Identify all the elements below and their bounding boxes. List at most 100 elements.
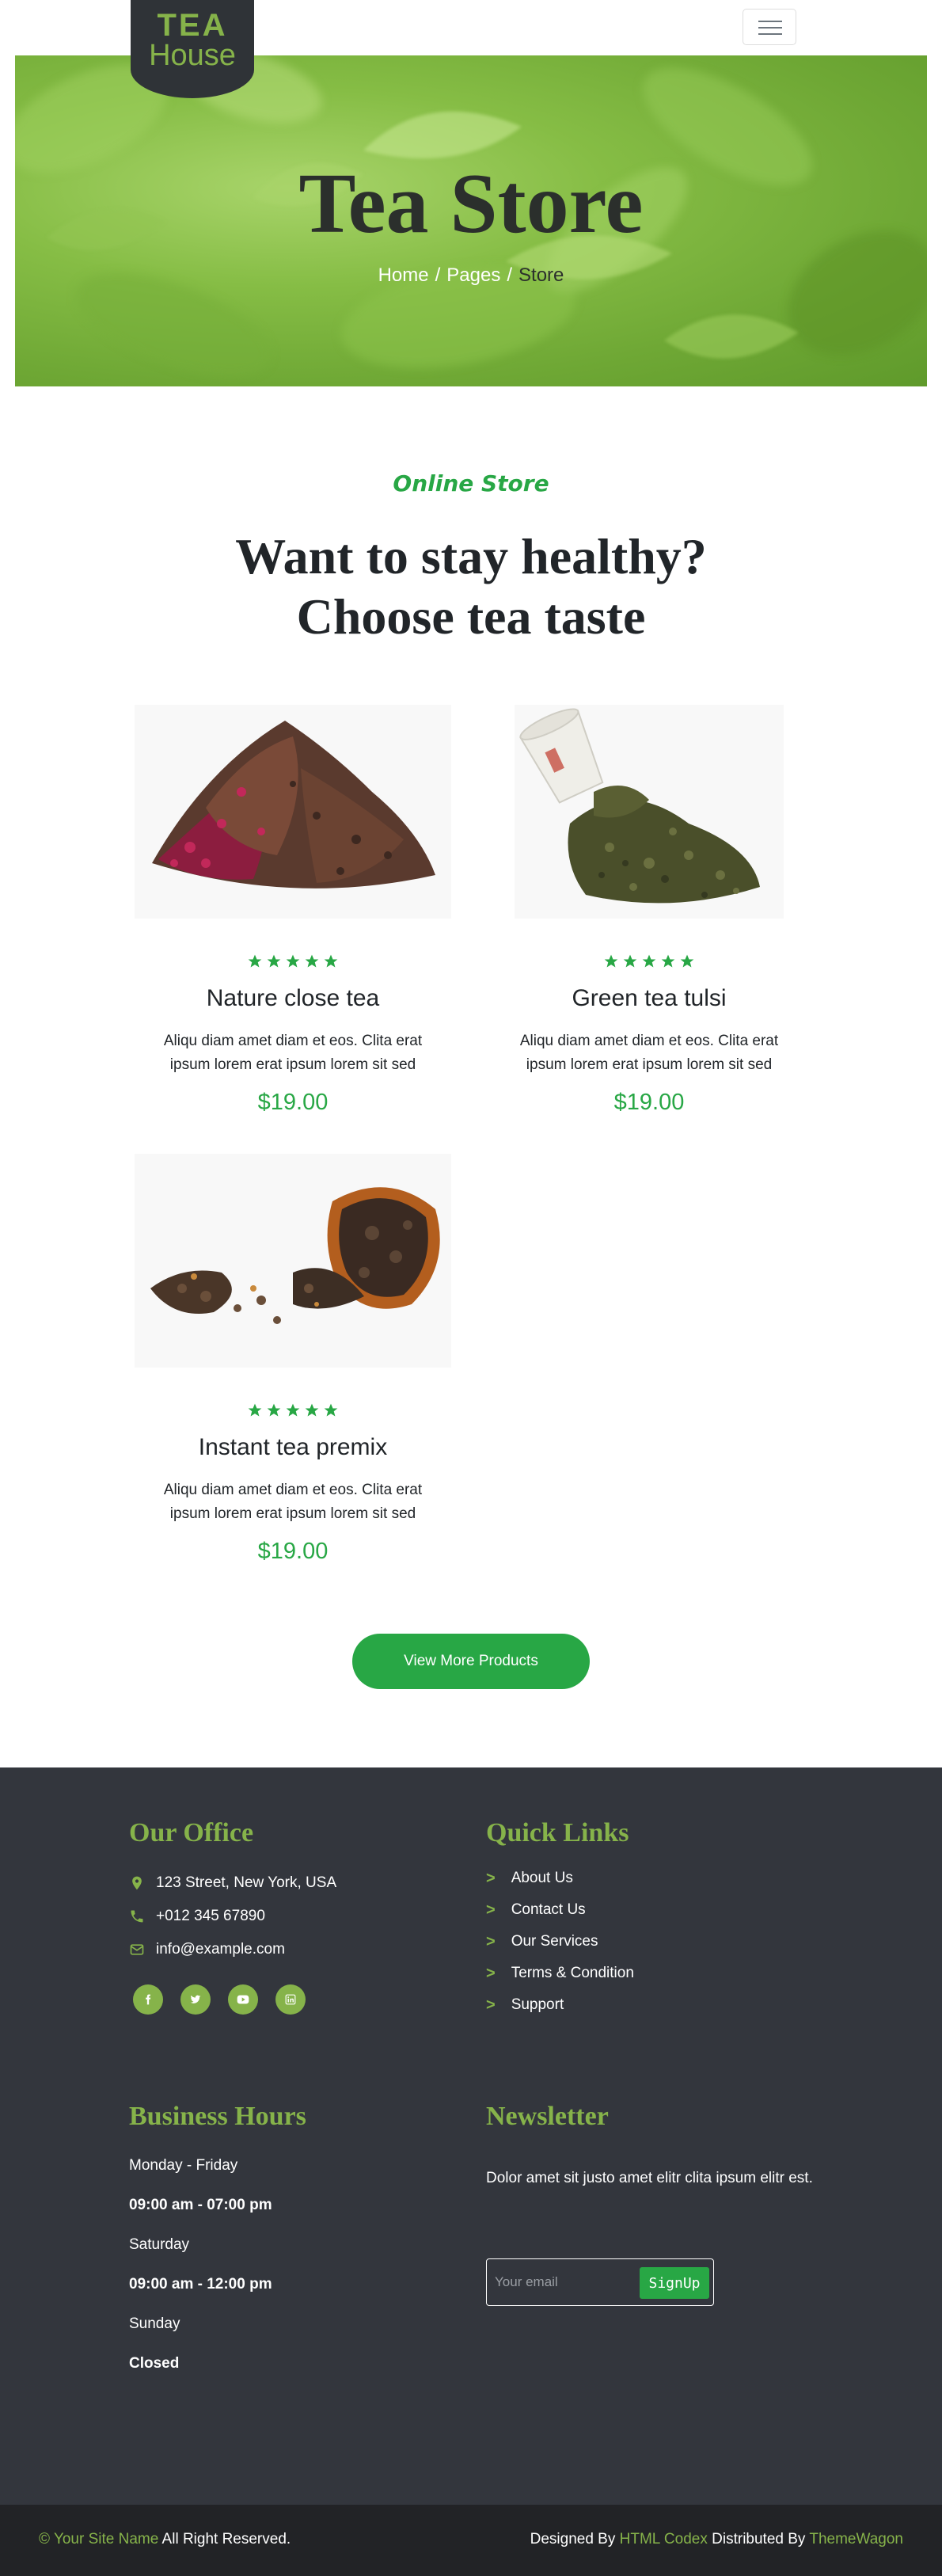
star-icon: [286, 954, 300, 968]
hours-time: 09:00 am - 07:00 pm: [129, 2197, 272, 2213]
star-icon: [680, 954, 694, 968]
office-email: info@example.com: [129, 1939, 462, 1961]
chevron-right-icon: >: [486, 1901, 496, 1919]
footer-hours-title: Business Hours: [129, 2102, 306, 2131]
view-more-products-button[interactable]: View More Products: [352, 1634, 590, 1689]
star-icon: [286, 1403, 300, 1417]
star-icon: [623, 954, 637, 968]
breadcrumb-home-link[interactable]: Home: [378, 264, 429, 286]
office-email-text: info@example.com: [156, 1941, 285, 1958]
product-image-instant-tea[interactable]: [135, 1154, 451, 1368]
hamburger-icon: [758, 21, 782, 22]
product-name-link[interactable]: Green tea tulsi: [491, 985, 807, 1012]
breadcrumb-pages-link[interactable]: Pages: [446, 264, 500, 286]
hours-day: Saturday: [129, 2236, 190, 2253]
product-name-link[interactable]: Nature close tea: [135, 985, 451, 1012]
product-card[interactable]: Green tea tulsi Aliqu diam amet diam et …: [491, 705, 807, 1116]
star-icon: [324, 1403, 338, 1417]
newsletter-form: SignUp: [486, 2258, 714, 2306]
footer-quick-links: Quick Links > About Us > Contact Us > Our S…: [486, 1818, 819, 2021]
office-address-text: 123 Street, New York, USA: [156, 1874, 337, 1891]
newsletter-description: Dolor amet sit justo amet elitr clita ip…: [486, 2170, 813, 2186]
rights-text: All Right Reserved.: [161, 2531, 291, 2547]
section-subtitle: Online Store: [393, 470, 549, 497]
product-price: $19.00: [257, 1090, 329, 1115]
footer-office: Our Office 123 Street, New York, USA +01…: [129, 1818, 462, 2015]
site-name-link[interactable]: Your Site Name: [54, 2531, 158, 2547]
star-icon: [248, 1403, 262, 1417]
star-icon: [267, 1403, 281, 1417]
navbar: TEA House: [0, 0, 942, 98]
brand-logo[interactable]: TEA House: [131, 0, 254, 98]
hours-time: 09:00 am - 12:00 pm: [129, 2276, 272, 2293]
section-title: Want to stay healthy? Choose tea taste: [0, 527, 942, 647]
product-price: $19.00: [257, 1539, 329, 1564]
quick-link-terms[interactable]: > Terms & Condition: [486, 1958, 819, 1989]
product-name-link[interactable]: Instant tea premix: [135, 1434, 451, 1461]
designed-by-label: Designed By: [530, 2531, 616, 2547]
logo-text-tea: TEA: [157, 8, 228, 43]
star-icon: [267, 954, 281, 968]
newsletter-signup-button[interactable]: SignUp: [640, 2267, 709, 2299]
hours-list: Monday - Friday 09:00 am - 07:00 pm Satu…: [129, 2146, 462, 2384]
product-card[interactable]: Instant tea premix Aliqu diam amet diam …: [135, 1154, 451, 1565]
quick-link-support[interactable]: > Support: [486, 1989, 819, 2021]
footer-office-title: Our Office: [129, 1818, 254, 1847]
designer-link[interactable]: HTML Codex: [620, 2531, 708, 2547]
product-card[interactable]: Nature close tea Aliqu diam amet diam et…: [135, 705, 451, 1116]
breadcrumb-separator: /: [435, 264, 441, 286]
rating-stars: [491, 953, 807, 969]
quick-links-list: > About Us > Contact Us > Our Services > Ter…: [486, 1863, 819, 2021]
rating-stars: [135, 953, 451, 969]
breadcrumb: Home / Pages / Store: [15, 264, 927, 287]
distributor-link[interactable]: ThemeWagon: [809, 2531, 903, 2547]
chevron-right-icon: >: [486, 1869, 496, 1887]
hours-day: Monday - Friday: [129, 2157, 238, 2174]
facebook-icon[interactable]: [133, 1984, 163, 2015]
menu-toggle-button[interactable]: [743, 9, 796, 45]
breadcrumb-separator: /: [507, 264, 513, 286]
star-icon: [661, 954, 675, 968]
twitter-icon[interactable]: [180, 1984, 211, 2015]
product-image-green-tea[interactable]: [491, 705, 807, 919]
breadcrumb-current: Store: [518, 264, 564, 286]
map-marker-icon: [132, 1876, 142, 1890]
quick-link-our-services[interactable]: > Our Services: [486, 1926, 819, 1958]
product-image-nature-tea[interactable]: [135, 705, 451, 919]
social-links: [133, 1984, 462, 2015]
section-title-line1: Want to stay healthy?: [235, 528, 707, 584]
linkedin-icon[interactable]: [275, 1984, 306, 2015]
star-icon: [305, 954, 319, 968]
section-title-line2: Choose tea taste: [296, 588, 646, 645]
footer-newsletter-title: Newsletter: [486, 2102, 609, 2131]
chevron-right-icon: >: [486, 1996, 496, 2014]
star-icon: [248, 954, 262, 968]
phone-icon: [131, 1910, 143, 1923]
youtube-icon[interactable]: [228, 1984, 258, 2015]
hero-banner: Tea Store Home / Pages / Store: [15, 55, 927, 386]
footer-business-hours: Business Hours Monday - Friday 09:00 am …: [129, 2102, 462, 2384]
newsletter-email-input[interactable]: [495, 2269, 629, 2296]
distributed-by-label: Distributed By: [712, 2531, 806, 2547]
product-description: Aliqu diam amet diam et eos. Clita erat …: [163, 1033, 423, 1073]
hours-day: Sunday: [129, 2315, 180, 2332]
hours-time: Closed: [129, 2355, 180, 2372]
office-address: 123 Street, New York, USA: [129, 1872, 462, 1894]
envelope-icon: [130, 1944, 144, 1955]
logo-text-house: House: [149, 39, 236, 72]
rating-stars: [135, 1402, 451, 1418]
star-icon: [324, 954, 338, 968]
footer-newsletter: Newsletter Dolor amet sit justo amet eli…: [486, 2102, 834, 2190]
office-phone-text: +012 345 67890: [156, 1908, 265, 1924]
chevron-right-icon: >: [486, 1964, 496, 1982]
product-description: Aliqu diam amet diam et eos. Clita erat …: [163, 1482, 423, 1522]
copyright-text: © Your Site Name All Right Reserved.: [39, 2531, 291, 2548]
quick-link-about-us[interactable]: > About Us: [486, 1863, 819, 1894]
star-icon: [604, 954, 618, 968]
star-icon: [642, 954, 656, 968]
copyright-bar: © Your Site Name All Right Reserved. Des…: [0, 2505, 942, 2576]
copyright-symbol: ©: [39, 2531, 50, 2547]
quick-link-contact-us[interactable]: > Contact Us: [486, 1894, 819, 1926]
product-description: Aliqu diam amet diam et eos. Clita erat …: [519, 1033, 779, 1073]
page-title: Tea Store: [298, 157, 644, 251]
